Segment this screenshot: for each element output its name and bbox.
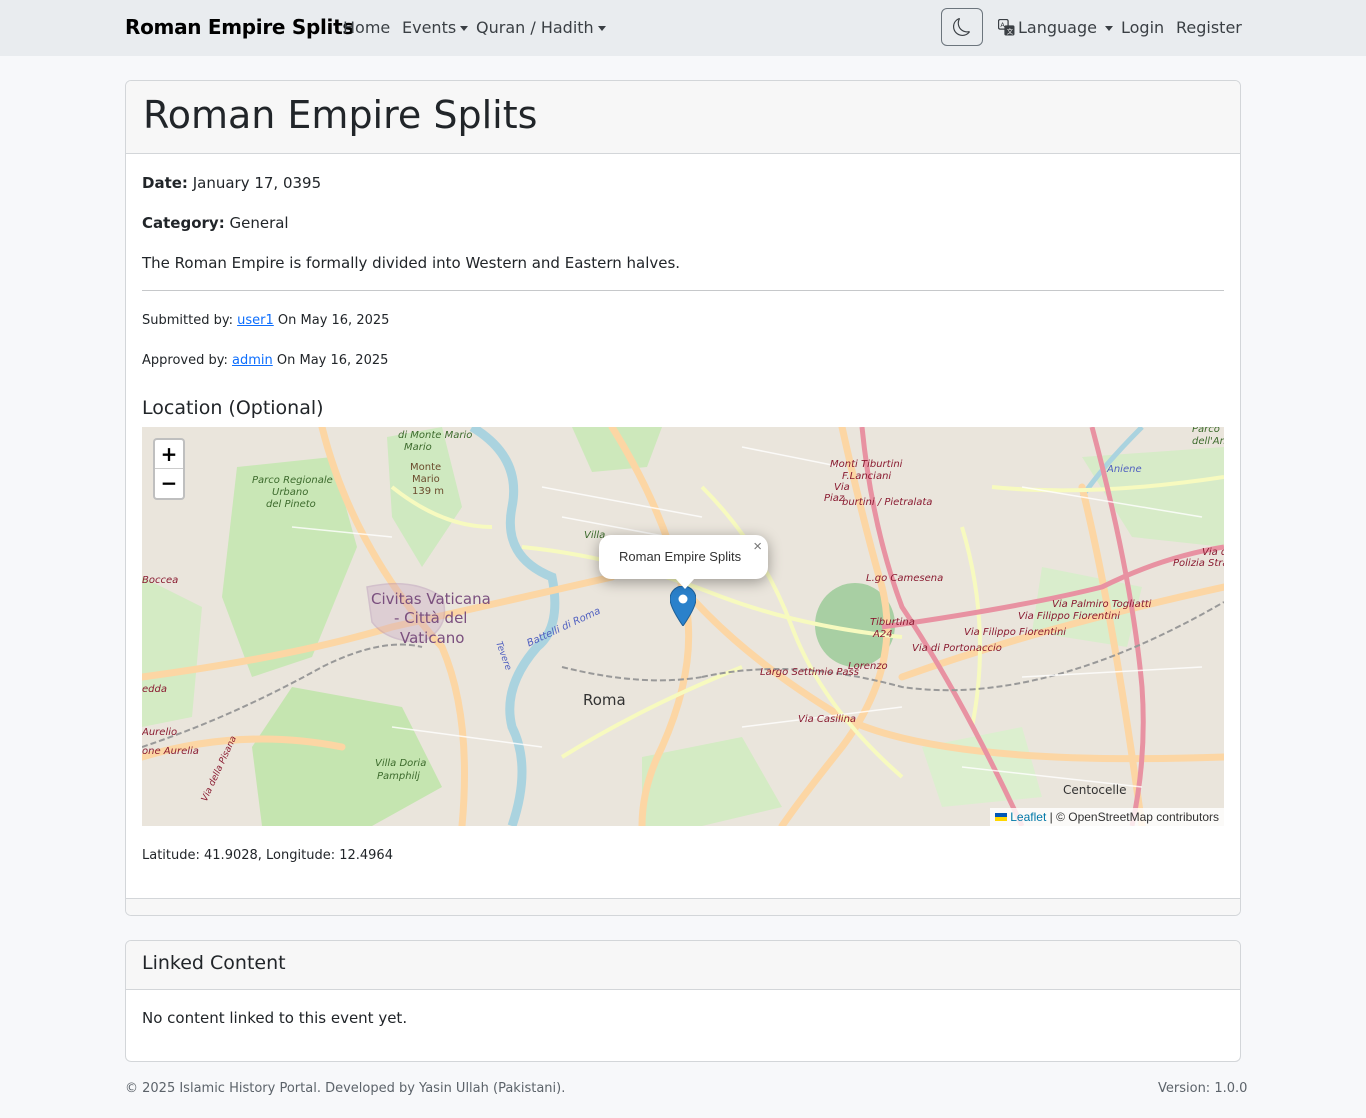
map-label: A24: [873, 629, 893, 640]
zoom-out-button[interactable]: −: [155, 469, 183, 498]
popup-text: Roman Empire Splits: [619, 549, 742, 564]
map-label: Via d: [1202, 547, 1224, 558]
map-label: Polizia Strada: [1173, 558, 1224, 569]
nav-events-label: Events: [402, 18, 457, 37]
map-label: Roma: [583, 691, 626, 709]
map-label: Pamphilj: [377, 771, 420, 782]
footer-copyright: © 2025 Islamic History Portal. Developed…: [125, 1081, 566, 1096]
nav-events-dropdown[interactable]: Events: [402, 18, 469, 37]
zoom-in-button[interactable]: +: [155, 440, 183, 469]
map-label: F.Lanciani: [842, 471, 892, 482]
map-label: Vaticano: [400, 629, 465, 647]
leaflet-link[interactable]: Leaflet: [1010, 810, 1046, 824]
event-card: Roman Empire Splits Date: January 17, 03…: [125, 80, 1241, 916]
map-attribution: Leaflet | © OpenStreetMap contributors: [990, 808, 1224, 826]
register-link[interactable]: Register: [1176, 18, 1242, 37]
date-value: January 17, 0395: [192, 174, 322, 192]
map-label: L.go Camesena: [866, 573, 944, 584]
navbar: Roman Empire Splits Home Events Quran / …: [0, 0, 1366, 56]
nav-home[interactable]: Home: [343, 18, 390, 37]
map-label: Parco Regionale: [252, 475, 333, 486]
map-label: Via di Portonaccio: [912, 643, 1002, 654]
map-label: Via Filippo Fiorentini: [964, 627, 1067, 638]
event-category: Category: General: [142, 214, 289, 232]
chevron-down-icon: [1104, 26, 1113, 31]
map-label: Tiburtina: [870, 617, 915, 628]
map-label: Monti Tiburtini: [830, 459, 903, 470]
divider: [142, 290, 1224, 291]
location-heading: Location (Optional): [142, 397, 324, 419]
map-marker-icon[interactable]: [670, 586, 696, 626]
map-label: Civitas Vaticana: [371, 590, 491, 608]
nav-quran-hadith-label: Quran / Hadith: [476, 18, 594, 37]
language-dropdown[interactable]: A 文 Language: [998, 18, 1113, 37]
location-map[interactable]: Civitas Vaticana - Città del Vaticano Ro…: [142, 427, 1224, 826]
category-label: Category:: [142, 214, 225, 232]
chevron-down-icon: [597, 26, 606, 31]
map-label: Mario: [412, 474, 440, 485]
page-title: Roman Empire Splits: [143, 93, 538, 137]
svg-text:文: 文: [1007, 27, 1014, 36]
map-label: Largo Settimio Pass: [760, 667, 859, 678]
approved-date: On May 16, 2025: [276, 353, 389, 368]
map-label: Monte: [410, 462, 442, 473]
linked-content-card: Linked Content No content linked to this…: [125, 940, 1241, 1062]
map-label: Piaz: [824, 493, 845, 504]
linked-content-header: Linked Content: [126, 941, 1240, 990]
approved-by: Approved by: admin On May 16, 2025: [142, 353, 388, 368]
map-label: Mario: [404, 442, 432, 453]
footer-version: Version: 1.0.0: [1158, 1081, 1248, 1096]
ukraine-flag-icon: [995, 813, 1008, 821]
event-card-header: Roman Empire Splits: [126, 81, 1240, 154]
map-label: - Città del: [394, 609, 468, 627]
map-label: Via Filippo Fiorentini: [1018, 611, 1121, 622]
svg-text:A: A: [1000, 21, 1005, 29]
attribution-text: | © OpenStreetMap contributors: [1046, 810, 1219, 824]
translate-icon: A文: [998, 19, 1015, 36]
submitted-by: Submitted by: user1 On May 16, 2025: [142, 313, 389, 328]
submitted-user-link[interactable]: user1: [237, 313, 274, 328]
submitted-date: On May 16, 2025: [277, 313, 390, 328]
nav-quran-hadith-dropdown[interactable]: Quran / Hadith: [476, 18, 606, 37]
map-label: Villa Doria: [375, 758, 427, 769]
map-label: di Monte Mario: [398, 430, 473, 441]
map-label: edda: [142, 684, 167, 695]
linked-content-heading: Linked Content: [142, 952, 286, 974]
map-label: Centocelle: [1063, 783, 1127, 797]
login-link[interactable]: Login: [1121, 18, 1164, 37]
language-label: Language: [1018, 18, 1097, 37]
map-label: Via: [834, 482, 850, 493]
map-label: Lorenzo: [848, 661, 888, 672]
linked-content-empty: No content linked to this event yet.: [142, 1009, 408, 1027]
coordinates-text: Latitude: 41.9028, Longitude: 12.4964: [142, 848, 393, 863]
moon-icon: [953, 18, 970, 36]
chevron-down-icon: [460, 26, 469, 31]
brand-link[interactable]: Roman Empire Splits: [125, 15, 354, 39]
map-label: one Aurelia: [142, 746, 199, 757]
map-label: burtini / Pietralata: [842, 497, 933, 508]
theme-toggle-button[interactable]: [941, 8, 983, 46]
popup-tip: [675, 578, 695, 589]
category-value: General: [229, 214, 289, 232]
event-description: The Roman Empire is formally divided int…: [142, 254, 681, 272]
event-card-footer: [126, 898, 1240, 915]
map-label: Via Palmiro Togliatti: [1052, 599, 1152, 610]
map-label: dell'An: [1192, 436, 1224, 447]
submitted-prefix: Submitted by:: [142, 313, 233, 328]
date-label: Date:: [142, 174, 188, 192]
map-label: Boccea: [142, 575, 179, 586]
map-label: del Pineto: [266, 499, 316, 510]
approved-user-link[interactable]: admin: [232, 353, 273, 368]
map-label: 139 m: [412, 486, 445, 497]
event-date: Date: January 17, 0395: [142, 174, 321, 192]
popup-close-button[interactable]: ×: [753, 538, 762, 555]
map-label: Aniene: [1107, 464, 1142, 475]
approved-prefix: Approved by:: [142, 353, 228, 368]
map-label: Via Casilina: [798, 714, 857, 725]
map-label: Urbano: [272, 487, 309, 498]
map-label: Aurelio: [142, 727, 178, 738]
map-label: Parco: [1192, 427, 1220, 435]
zoom-control: + −: [153, 438, 185, 500]
map-popup: Roman Empire Splits ×: [599, 535, 768, 589]
